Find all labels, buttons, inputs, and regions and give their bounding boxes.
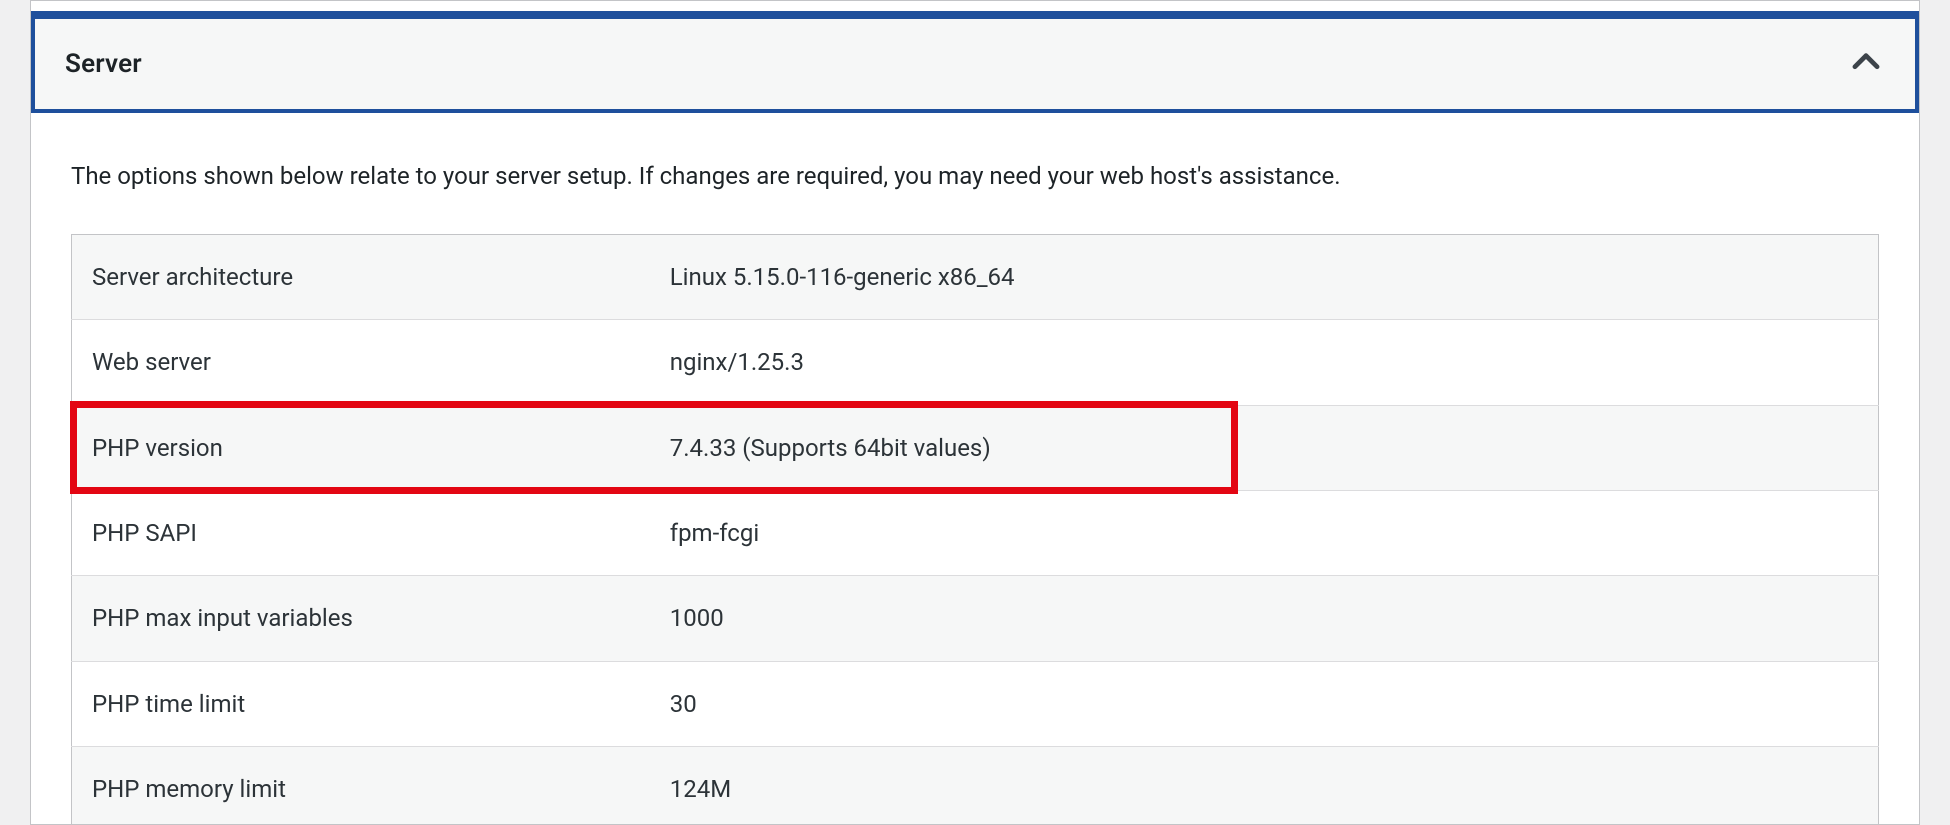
row-value: 124M [650, 747, 1879, 825]
row-label: PHP version [72, 405, 650, 490]
row-label: Web server [72, 320, 650, 405]
table-row: PHP max input variables 1000 [72, 576, 1879, 661]
server-info-table-wrap: Server architecture Linux 5.15.0-116-gen… [71, 234, 1879, 825]
server-panel-body: The options shown below relate to your s… [31, 113, 1919, 825]
panel-title: Server [65, 49, 142, 79]
row-label: PHP max input variables [72, 576, 650, 661]
row-value: 30 [650, 661, 1879, 746]
chevron-up-icon [1847, 43, 1885, 85]
table-row: Server architecture Linux 5.15.0-116-gen… [72, 234, 1879, 319]
row-label: PHP time limit [72, 661, 650, 746]
panel-description: The options shown below relate to your s… [71, 159, 1879, 194]
row-value: Linux 5.15.0-116-generic x86_64 [650, 234, 1879, 319]
server-panel-header[interactable]: Server [31, 15, 1919, 113]
row-label: PHP memory limit [72, 747, 650, 825]
table-row: PHP SAPI fpm-fcgi [72, 490, 1879, 575]
row-label: Server architecture [72, 234, 650, 319]
table-row: PHP memory limit 124M [72, 747, 1879, 825]
row-label: PHP SAPI [72, 490, 650, 575]
row-value: nginx/1.25.3 [650, 320, 1879, 405]
table-row: PHP time limit 30 [72, 661, 1879, 746]
row-value: 7.4.33 (Supports 64bit values) [650, 405, 1879, 490]
table-row: Web server nginx/1.25.3 [72, 320, 1879, 405]
previous-panel-edge [31, 1, 1919, 15]
table-row: PHP version 7.4.33 (Supports 64bit value… [72, 405, 1879, 490]
row-value: 1000 [650, 576, 1879, 661]
server-info-table: Server architecture Linux 5.15.0-116-gen… [71, 234, 1879, 825]
row-value: fpm-fcgi [650, 490, 1879, 575]
site-health-panel: Server The options shown below relate to… [30, 0, 1920, 825]
